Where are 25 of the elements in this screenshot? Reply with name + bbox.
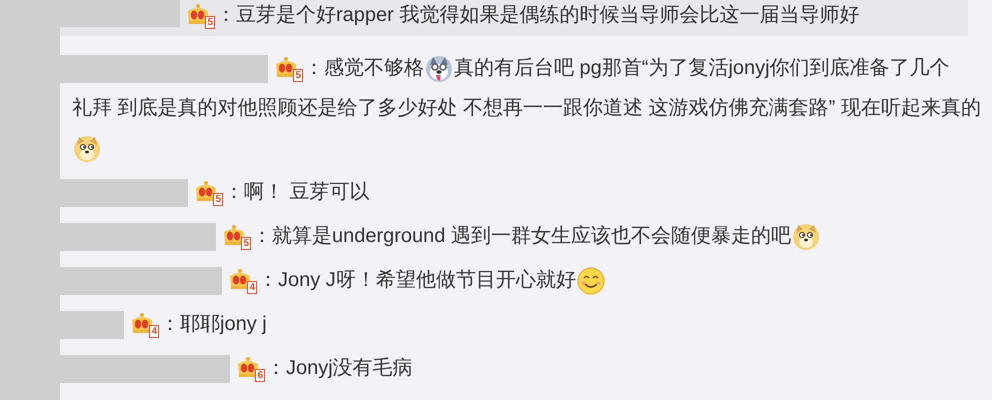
dog-face-icon (792, 222, 820, 251)
comment-text: ：Jonyj没有毛病 (266, 357, 413, 379)
level-number: 5 (205, 16, 215, 29)
smiling-face-icon (576, 266, 605, 295)
comment-text: ：豆芽是个好rapper 我觉得如果是偶练的时候当导师会比这一届当导师好 (216, 4, 860, 26)
comment-text: ：感觉不够格 (304, 57, 424, 79)
level-number: 4 (247, 280, 257, 294)
comment-text: ：啊！ 豆芽可以 (224, 181, 370, 203)
level-number: 5 (241, 236, 251, 250)
comment-text: ：就算是underground 遇到一群女生应该也不会随便暴走的吧 (252, 225, 791, 247)
crown-icon (186, 2, 210, 27)
level-number: 5 (213, 192, 223, 206)
crown-icon (194, 180, 218, 204)
comment-text: 礼拜 到底是真的对他照顾还是给了多少好处 不想再一一跟你道述 这游戏仿佛充满套路” 现在听起 (72, 97, 921, 119)
comment-text: 来真的 (920, 97, 981, 119)
crown-icon (222, 224, 246, 248)
comment-text: ：耶耶jony j (160, 313, 267, 335)
crown-icon (274, 56, 298, 80)
level-number: 6 (255, 368, 265, 382)
dog-face-icon (73, 134, 101, 163)
husky-face-icon (425, 54, 453, 83)
level-number: 4 (149, 324, 159, 338)
level-number: 5 (293, 68, 303, 82)
comment-text: ：Jony J呀！希望他做节目开心就好 (258, 269, 576, 291)
comment-text: 真的有后台吧 pg那首“为了复活jonyj你们到底准备了几个 (454, 57, 950, 79)
